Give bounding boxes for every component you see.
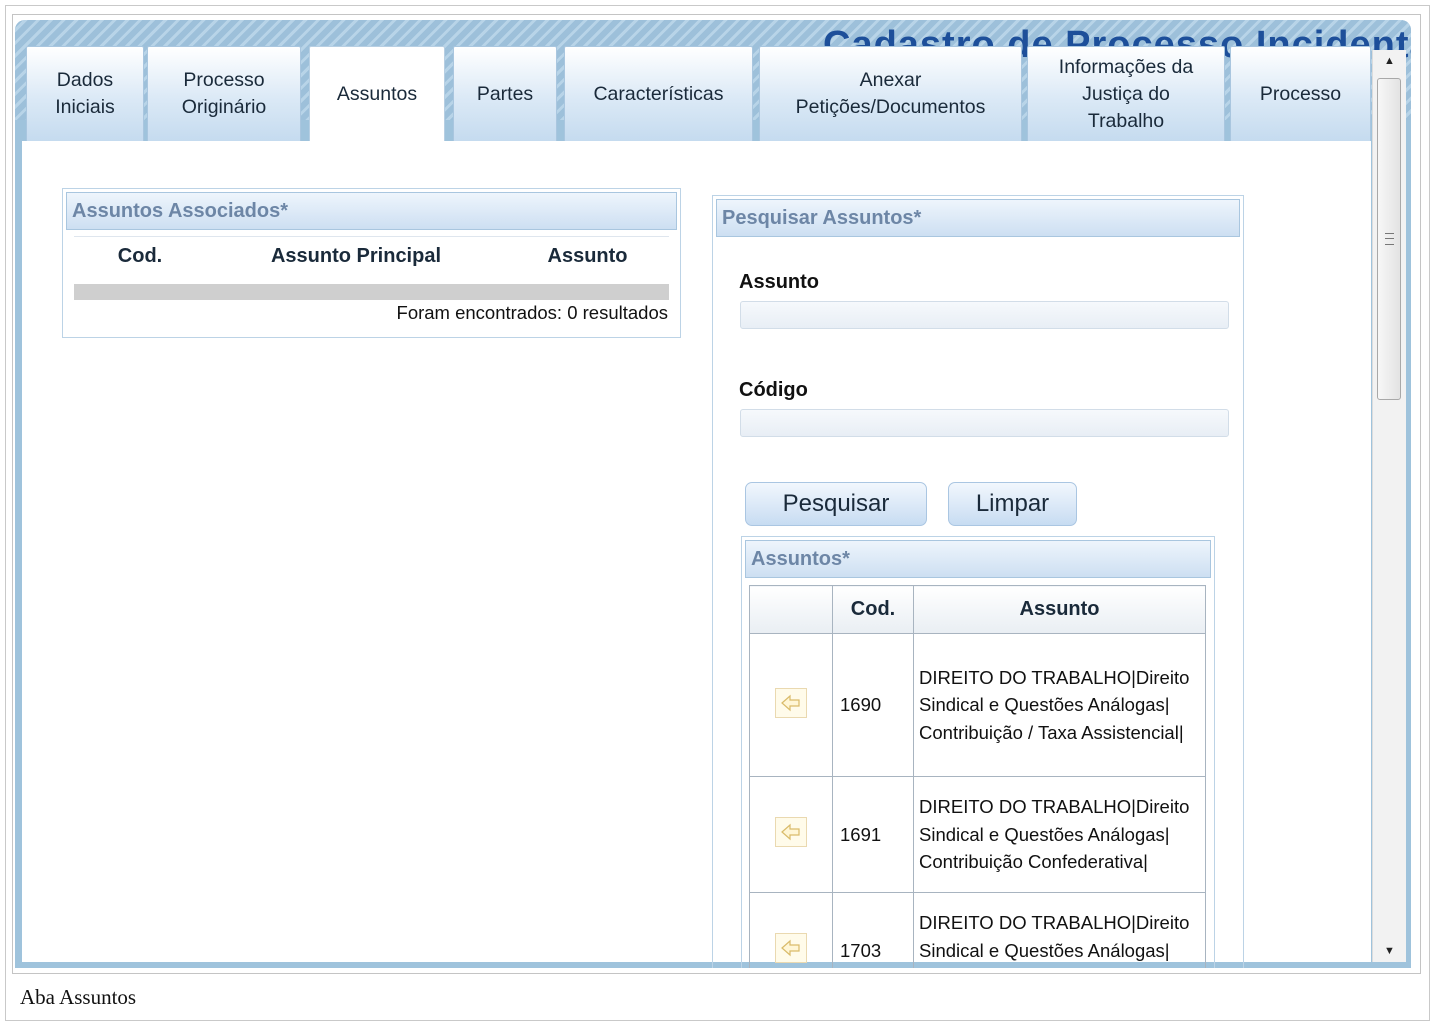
- scrollbar-thumb[interactable]: [1377, 78, 1401, 400]
- tab-label: Processo: [1259, 82, 1342, 105]
- row-assunto: DIREITO DO TRABALHO|Direito Sindical e Q…: [913, 892, 1206, 968]
- column-assunto: Assunto: [506, 236, 669, 276]
- tab-caracteristicas[interactable]: Características: [564, 46, 753, 141]
- row-cod: 1690: [832, 633, 914, 777]
- tab-label: Informações da Justiça do Trabalho: [1058, 55, 1194, 132]
- results-panel: Assuntos* Cod. Assunto 1690 DIREITO DO T…: [741, 536, 1215, 968]
- column-action: [749, 585, 833, 634]
- tab-partes[interactable]: Partes: [453, 46, 557, 141]
- row-assunto: DIREITO DO TRABALHO|Direito Sindical e Q…: [913, 633, 1206, 777]
- tab-label: Características: [593, 82, 724, 105]
- add-arrow-icon[interactable]: [775, 933, 807, 963]
- pesquisar-button[interactable]: Pesquisar: [745, 482, 927, 526]
- table-row: 1691 DIREITO DO TRABALHO|Direito Sindica…: [749, 776, 1206, 893]
- assunto-label: Assunto: [739, 271, 819, 293]
- tab-processo-originario[interactable]: Processo Originário: [147, 46, 301, 141]
- tab-content: Assuntos Associados* Cod. Assunto Princi…: [22, 141, 1371, 968]
- column-cod: Cod.: [832, 585, 914, 634]
- search-title: Pesquisar Assuntos*: [716, 199, 1240, 237]
- tab-processo[interactable]: Processo: [1230, 46, 1371, 141]
- results-title: Assuntos*: [745, 540, 1211, 578]
- row-cod: 1703: [832, 892, 914, 968]
- tab-assuntos[interactable]: Assuntos: [309, 46, 445, 142]
- vertical-scrollbar[interactable]: ▲ ▼: [1372, 50, 1406, 962]
- associated-panel: Assuntos Associados* Cod. Assunto Princi…: [62, 188, 681, 338]
- associated-title: Assuntos Associados*: [66, 192, 677, 230]
- results-header-row: Cod. Assunto: [749, 585, 1206, 634]
- row-assunto: DIREITO DO TRABALHO|Direito Sindical e Q…: [913, 776, 1206, 893]
- scroll-down-arrow-icon[interactable]: ▼: [1373, 940, 1406, 962]
- tab-anexar-peticoes[interactable]: Anexar Petições/Documentos: [759, 46, 1022, 141]
- assunto-input[interactable]: [740, 301, 1229, 329]
- tab-label: Dados Iniciais: [55, 69, 115, 118]
- app-window: Cadastro de Processo Incidental Dados In…: [15, 20, 1411, 968]
- limpar-button[interactable]: Limpar: [948, 482, 1077, 526]
- tab-dados-iniciais[interactable]: Dados Iniciais: [26, 46, 144, 141]
- search-panel: Pesquisar Assuntos* Assunto Código Pesqu…: [712, 195, 1244, 968]
- tab-label: Assuntos: [336, 83, 418, 105]
- add-arrow-icon[interactable]: [775, 817, 807, 847]
- tab-label: Anexar Petições/Documentos: [795, 69, 986, 118]
- codigo-label: Código: [739, 379, 808, 401]
- associated-table-header: Cod. Assunto Principal Assunto: [74, 236, 669, 276]
- empty-table-body: [74, 284, 669, 300]
- tab-label: Processo Originário: [181, 69, 267, 118]
- tab-label: Partes: [476, 82, 534, 105]
- table-row: 1690 DIREITO DO TRABALHO|Direito Sindica…: [749, 633, 1206, 777]
- row-cod: 1691: [832, 776, 914, 893]
- result-count: Foram encontrados: 0 resultados: [396, 302, 668, 323]
- scroll-up-arrow-icon[interactable]: ▲: [1373, 50, 1406, 72]
- add-arrow-icon[interactable]: [775, 687, 807, 718]
- figure-caption: Aba Assuntos: [20, 985, 137, 1009]
- grip-icon: [1385, 233, 1394, 245]
- column-cod: Cod.: [74, 236, 206, 276]
- codigo-input[interactable]: [740, 409, 1229, 437]
- results-table: Cod. Assunto 1690 DIREITO DO TRABALHO|Di…: [749, 585, 1206, 968]
- table-row: 1703 DIREITO DO TRABALHO|Direito Sindica…: [749, 892, 1206, 968]
- tab-justica-trabalho[interactable]: Informações da Justiça do Trabalho: [1027, 46, 1225, 141]
- column-assunto-principal: Assunto Principal: [206, 236, 506, 276]
- column-assunto: Assunto: [913, 585, 1206, 634]
